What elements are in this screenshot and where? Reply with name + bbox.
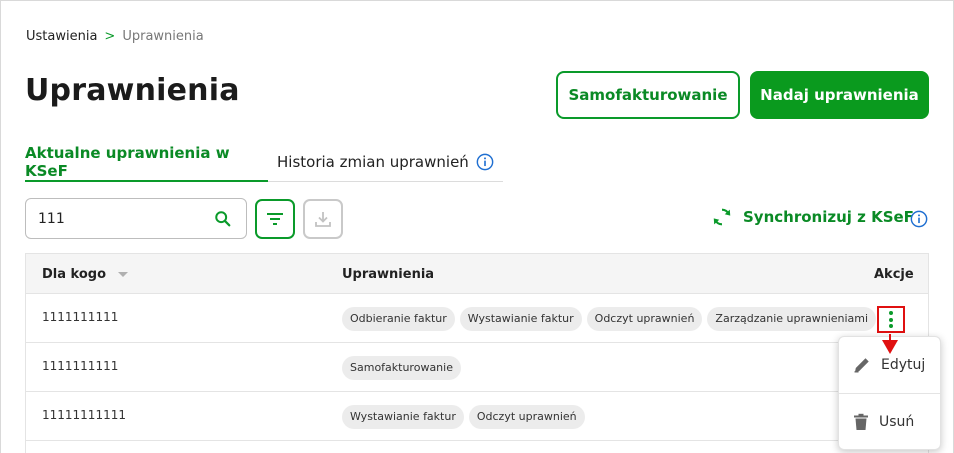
info-icon[interactable] [476,153,494,171]
permission-chip: Odczyt uprawnień [468,405,585,429]
filter-button[interactable] [255,199,295,239]
filter-icon [267,213,283,225]
page-title: Uprawnienia [25,73,240,108]
search-input[interactable] [38,209,208,229]
permission-chip: Wystawianie faktur [342,405,464,429]
cell-who: 1111111111 [42,359,119,373]
self-invoicing-button[interactable]: Samofakturowanie [556,71,740,119]
sort-icon[interactable] [118,272,129,277]
permission-chip: Odbieranie faktur [342,307,455,331]
sync-label: Synchronizuj z KSeF [743,208,914,226]
row-actions-button[interactable] [877,306,905,333]
column-header-permissions: Uprawnienia [342,267,435,282]
annotation-arrow-head [882,340,898,354]
menu-item-label: Usuń [879,414,915,430]
column-header-who[interactable]: Dla kogo [42,267,129,282]
download-icon [315,212,331,227]
grant-permissions-button[interactable]: Nadaj uprawnienia [750,71,929,119]
permission-chip: Wystawianie faktur [459,307,582,331]
permissions-table: Dla kogo Uprawnienia Akcje 1111111111 Od… [25,253,929,453]
table-row: 11111111111 Wystawianie faktur Odczyt up… [26,392,928,441]
tab-bar: Aktualne uprawnienia w KSeF Historia zmi… [25,143,503,182]
table-row: 1111111111 Samofakturowanie [26,343,928,392]
column-header-actions: Akcje [874,267,914,282]
chevron-right-icon: > [104,29,116,44]
breadcrumb-item-current: Uprawnienia [122,29,204,44]
info-icon[interactable] [910,210,928,228]
pencil-icon [854,358,869,373]
permission-chip: Samofakturowanie [342,356,461,380]
permission-chips: Samofakturowanie [342,356,461,380]
download-button[interactable] [303,199,343,239]
tab-permission-history[interactable]: Historia zmian uprawnień [277,143,469,181]
breadcrumb-item-settings[interactable]: Ustawienia [26,29,97,44]
sync-icon [713,208,731,226]
menu-item-label: Edytuj [881,357,926,373]
kebab-icon [889,311,893,328]
cell-who: 1111111111 [42,310,119,324]
table-header: Dla kogo Uprawnienia Akcje [26,253,928,294]
permission-chip: Zarządzanie uprawnieniami [707,307,877,331]
search-icon[interactable] [214,210,232,228]
trash-icon [854,413,868,430]
permission-chips: Wystawianie faktur Odczyt uprawnień [342,405,585,429]
permission-chips: Odbieranie faktur Wystawianie faktur Odc… [342,307,877,331]
cell-who: 11111111111 [42,408,126,422]
search-box [25,198,247,239]
column-label: Dla kogo [42,267,107,282]
menu-item-delete[interactable]: Usuń [839,394,940,450]
permission-chip: Odczyt uprawnień [586,307,703,331]
breadcrumb: Ustawienia > Uprawnienia [26,29,204,44]
table-row: 1111111111 Odbieranie faktur Wystawianie… [26,294,928,343]
sync-ksef-button[interactable]: Synchronizuj z KSeF [711,206,914,228]
tab-current-permissions[interactable]: Aktualne uprawnienia w KSeF [25,143,268,182]
